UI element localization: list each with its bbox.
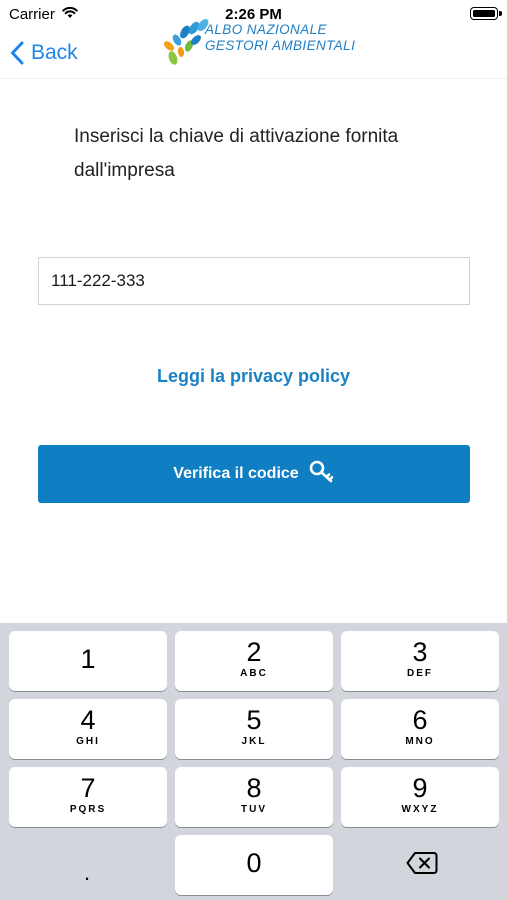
key-9[interactable]: 9 WXYZ (341, 767, 499, 827)
instruction-text: Inserisci la chiave di attivazione forni… (74, 126, 399, 181)
key-digit: 1 (80, 644, 96, 674)
key-3[interactable]: 3 DEF (341, 631, 499, 691)
back-button[interactable]: Back (10, 38, 78, 68)
key-letters: PQRS (69, 804, 107, 815)
key-2[interactable]: 2 ABC (175, 631, 333, 691)
key-7[interactable]: 7 PQRS (9, 767, 167, 827)
key-digit: 8 (246, 773, 262, 803)
albo-logo: ALBO NAZIONALE GESTORI AMBIENTALI (163, 18, 356, 70)
verify-code-label: Verifica il codice (173, 465, 299, 482)
key-digit: 5 (246, 705, 262, 735)
key-0[interactable]: 0 (175, 835, 333, 895)
key-digit: 3 (412, 637, 428, 667)
key-decimal-point[interactable]: . (84, 860, 90, 886)
key-digit: 7 (80, 773, 96, 803)
key-digit: 2 (246, 637, 262, 667)
key-5[interactable]: 5 JKL (175, 699, 333, 759)
key-6[interactable]: 6 MNO (341, 699, 499, 759)
key-letters: MNO (405, 736, 435, 747)
key-icon (309, 460, 335, 489)
key-digit: 0 (246, 848, 262, 878)
key-4[interactable]: 4 GHI (9, 699, 167, 759)
key-digit: 9 (412, 773, 428, 803)
key-digit: 6 (412, 705, 428, 735)
activation-key-input[interactable] (38, 257, 470, 305)
key-letters: GHI (76, 736, 100, 747)
key-digit: 4 (80, 705, 96, 735)
logo-title-line1: ALBO NAZIONALE (205, 22, 327, 37)
backspace-icon[interactable] (406, 851, 438, 880)
key-1[interactable]: 1 (9, 631, 167, 691)
key-letters: JKL (241, 736, 267, 747)
battery-icon (470, 7, 502, 20)
key-letters: TUV (241, 804, 267, 815)
logo-title-line2: GESTORI AMBIENTALI (205, 38, 356, 53)
key-letters: ABC (240, 668, 268, 679)
privacy-policy-link[interactable]: Leggi la privacy policy (0, 366, 507, 387)
key-8[interactable]: 8 TUV (175, 767, 333, 827)
verify-code-button[interactable]: Verifica il codice (38, 445, 470, 503)
key-letters: DEF (407, 668, 433, 679)
key-letters: WXYZ (401, 804, 439, 815)
leaf-emblem-icon (163, 19, 209, 65)
chevron-left-icon (10, 41, 24, 65)
back-label: Back (31, 41, 78, 64)
